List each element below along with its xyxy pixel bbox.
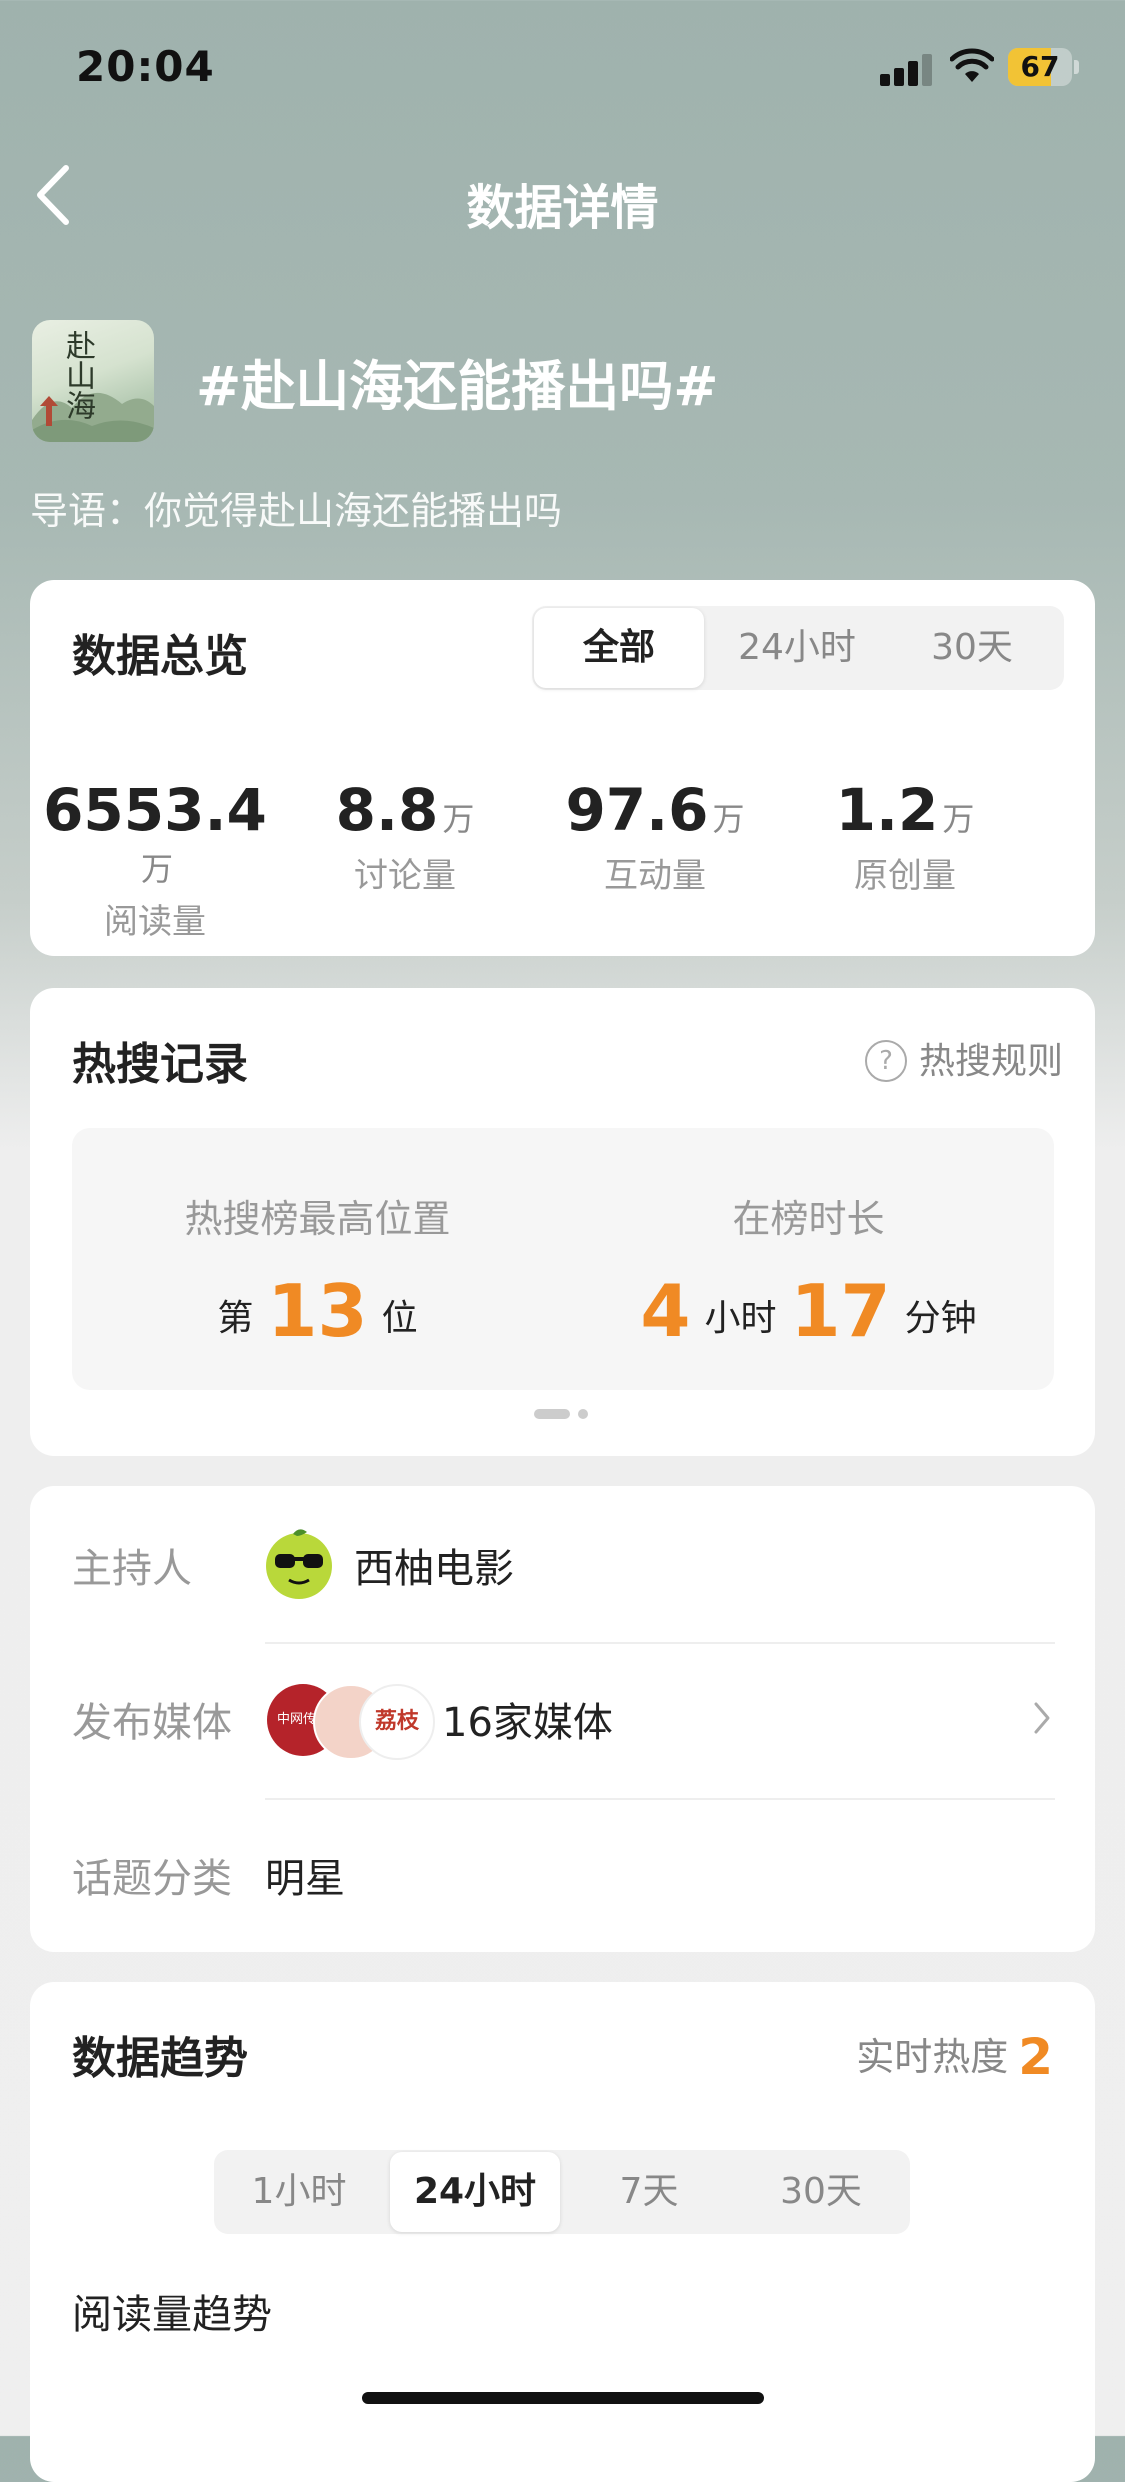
stat-discussions-unit: 万 <box>442 800 475 838</box>
overview-title: 数据总览 <box>72 631 248 682</box>
peak-suffix: 位 <box>381 1298 418 1339</box>
trend-card: 数据趋势 实时热度 2 1小时 24小时 7天 30天 阅读量趋势 <box>30 1982 1095 2482</box>
chevron-right-icon[interactable] <box>1030 1698 1054 1738</box>
tab-7d[interactable]: 7天 <box>564 2150 734 2234</box>
duration-minutes: 17 <box>790 1269 891 1353</box>
wifi-icon <box>950 48 994 82</box>
overview-card: 数据总览 全部 24小时 30天 6553.4万 阅读量 8.8 万 讨论量 97… <box>30 580 1095 956</box>
host-avatar[interactable] <box>263 1528 335 1600</box>
stat-reads-value: 6553.4 <box>43 776 267 844</box>
divider <box>265 1798 1055 1800</box>
stat-reads-label: 阅读量 <box>104 902 206 942</box>
divider <box>265 1642 1055 1644</box>
tab-24h[interactable]: 24小时 <box>712 606 882 690</box>
topic-lead: 导语：你觉得赴山海还能播出吗 <box>30 489 563 533</box>
stat-discussions: 8.8 万 讨论量 <box>280 776 530 897</box>
topic-cover-text: 赴山海 <box>60 330 95 420</box>
question-circle-icon: ? <box>864 1040 907 1082</box>
peak-prefix: 第 <box>217 1298 254 1339</box>
host-label: 主持人 <box>72 1546 192 1592</box>
hot-search-title: 热搜记录 <box>72 1039 248 1090</box>
status-time: 20:04 <box>76 42 215 91</box>
stat-originals: 1.2 万 原创量 <box>780 776 1030 897</box>
tab-1h[interactable]: 1小时 <box>214 2150 384 2234</box>
tab-all[interactable]: 全部 <box>534 608 704 688</box>
peak-position-label: 热搜榜最高位置 <box>184 1197 451 1241</box>
stat-originals-unit: 万 <box>942 800 975 838</box>
chart-duration: 在榜时长 4 小时 17 分钟 <box>563 1188 1054 1353</box>
hot-rules-label: 热搜规则 <box>918 1041 1063 1082</box>
topic-cover-image: 赴山海 <box>32 320 154 442</box>
peak-position-value: 13 <box>267 1269 368 1353</box>
category-value: 明星 <box>265 1856 345 1902</box>
host-name[interactable]: 西柚电影 <box>354 1536 514 1594</box>
overview-tabs: 全部 24小时 30天 <box>532 606 1064 690</box>
realtime-heat-value: 2 <box>1018 2028 1053 2086</box>
media-count[interactable]: 16家媒体 <box>442 1690 613 1748</box>
stat-reads: 6553.4 万 阅读量 <box>30 776 280 943</box>
hot-search-stats: 热搜榜最高位置 第 13 位 在榜时长 4 小时 17 分钟 <box>72 1128 1054 1390</box>
hot-rules-link[interactable]: ? 热搜规则 <box>864 1032 1063 1084</box>
battery-icon: 67 <box>1008 48 1080 86</box>
media-logo-3: 荔枝 <box>359 1684 435 1760</box>
topic-info-card: 主持人 西柚电影 发布媒体 中网传播 荔枝 16家媒体 话题分类 明星 <box>30 1486 1095 1952</box>
stat-interactions-value: 97.6 <box>565 776 709 844</box>
duration-hours-unit: 小时 <box>704 1298 777 1339</box>
topic-title: #赴山海还能播出吗# <box>196 355 719 418</box>
stat-interactions: 97.6 万 互动量 <box>530 776 780 897</box>
trend-tabs: 1小时 24小时 7天 30天 <box>214 2150 910 2234</box>
cellular-signal-icon <box>880 52 936 86</box>
read-trend-label: 阅读量趋势 <box>72 2292 272 2338</box>
duration-label: 在榜时长 <box>732 1197 885 1241</box>
page-title: 数据详情 <box>466 180 659 236</box>
hot-search-card: 热搜记录 ? 热搜规则 热搜榜最高位置 第 13 位 在榜时长 4 小时 17 分钟 <box>30 988 1095 1456</box>
home-indicator[interactable] <box>362 2392 764 2404</box>
page-indicator <box>534 1404 596 1423</box>
realtime-heat-label: 实时热度 <box>856 2035 1009 2079</box>
stat-discussions-value: 8.8 <box>335 776 439 844</box>
battery-level: 67 <box>1020 50 1060 83</box>
stat-discussions-label: 讨论量 <box>354 856 456 896</box>
realtime-heat: 实时热度 2 <box>856 2026 1053 2086</box>
media-label: 发布媒体 <box>72 1700 232 1746</box>
tab-24h[interactable]: 24小时 <box>390 2152 560 2232</box>
category-label: 话题分类 <box>72 1856 232 1902</box>
stat-originals-label: 原创量 <box>854 856 956 896</box>
peak-position: 热搜榜最高位置 第 13 位 <box>72 1188 563 1353</box>
stat-originals-value: 1.2 <box>835 776 939 844</box>
trend-title: 数据趋势 <box>72 2033 248 2084</box>
duration-hours: 4 <box>640 1269 691 1353</box>
stat-interactions-label: 互动量 <box>604 856 706 896</box>
tab-30d[interactable]: 30天 <box>736 2150 906 2234</box>
stat-reads-unit: 万 <box>140 850 173 888</box>
tab-30d[interactable]: 30天 <box>887 606 1057 690</box>
duration-minutes-unit: 分钟 <box>904 1298 977 1339</box>
stat-interactions-unit: 万 <box>712 800 745 838</box>
